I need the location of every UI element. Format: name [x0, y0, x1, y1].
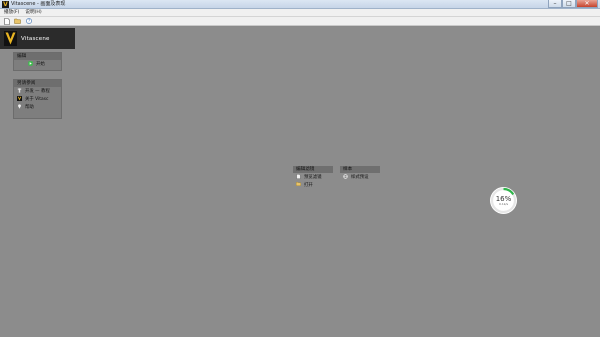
folder-icon: [296, 182, 301, 188]
vitascene-logo: [4, 31, 17, 46]
preset-box-header: 样本: [340, 166, 380, 173]
options-item-label: 帮助: [25, 105, 34, 110]
start-button[interactable]: 开始: [14, 60, 61, 68]
options-item-label: 开发 — 教程: [25, 89, 50, 94]
svg-text:?: ?: [27, 19, 29, 24]
close-button[interactable]: ✕: [576, 0, 598, 8]
preset-box: 样本 样式预设: [340, 166, 380, 183]
edit-panel-header: 编辑: [14, 53, 61, 60]
title-bar: V Vitascene - 画面及表现 – □ ✕: [0, 0, 600, 9]
filter-box-header: 编辑滤镜: [293, 166, 333, 173]
style-preset-label: 样式预设: [351, 175, 369, 180]
open-item[interactable]: 打开: [293, 181, 333, 189]
style-preset-item[interactable]: 样式预设: [340, 173, 380, 181]
maximize-button[interactable]: □: [562, 0, 576, 8]
menu-play[interactable]: 播放(F): [4, 9, 19, 17]
edit-panel: 编辑 开始: [13, 52, 62, 71]
document-icon: [296, 173, 301, 181]
app-icon: V: [2, 1, 9, 8]
options-item-label: 关于 Vitasc: [25, 97, 49, 102]
preview-filter-label: 预览滤镜: [304, 175, 322, 180]
brand-panel: Vitascene: [0, 28, 75, 49]
help-icon[interactable]: ?: [25, 18, 32, 25]
start-icon: [28, 60, 33, 68]
menu-bar: 播放(F) 说明(H): [0, 9, 600, 17]
options-item-help[interactable]: 帮助: [14, 103, 61, 111]
options-panel: 另请参阅 开发 — 教程 关于 Vitasc 帮助: [13, 79, 62, 119]
menu-help[interactable]: 说明(H): [25, 9, 41, 17]
workspace: Vitascene 编辑 开始 另请参阅 开发 — 教程 关于 Vitasc 帮…: [0, 27, 600, 337]
brand-name: Vitascene: [21, 35, 50, 42]
vitascene-icon: [17, 95, 22, 103]
pin-icon: [17, 103, 22, 111]
window-controls: – □ ✕: [548, 0, 598, 8]
options-item-about[interactable]: 关于 Vitasc: [14, 95, 61, 103]
network-speed-gauge[interactable]: 16% 0.1k/s: [490, 187, 517, 214]
start-label: 开始: [36, 62, 45, 67]
info-icon: [17, 87, 22, 95]
toolbar: ?: [0, 17, 600, 26]
window-title: Vitascene - 画面及表现: [11, 1, 66, 7]
minimize-button[interactable]: –: [548, 0, 562, 8]
open-label: 打开: [304, 183, 313, 188]
filter-box: 编辑滤镜 预览滤镜 打开: [293, 166, 333, 193]
gauge-rate: 0.1k/s: [498, 201, 509, 206]
new-file-icon[interactable]: [3, 17, 10, 25]
globe-icon: [343, 173, 348, 181]
preview-filter-item[interactable]: 预览滤镜: [293, 173, 333, 181]
open-folder-icon[interactable]: [14, 18, 21, 25]
options-panel-header: 另请参阅: [14, 80, 61, 87]
options-item-tutorial[interactable]: 开发 — 教程: [14, 87, 61, 95]
